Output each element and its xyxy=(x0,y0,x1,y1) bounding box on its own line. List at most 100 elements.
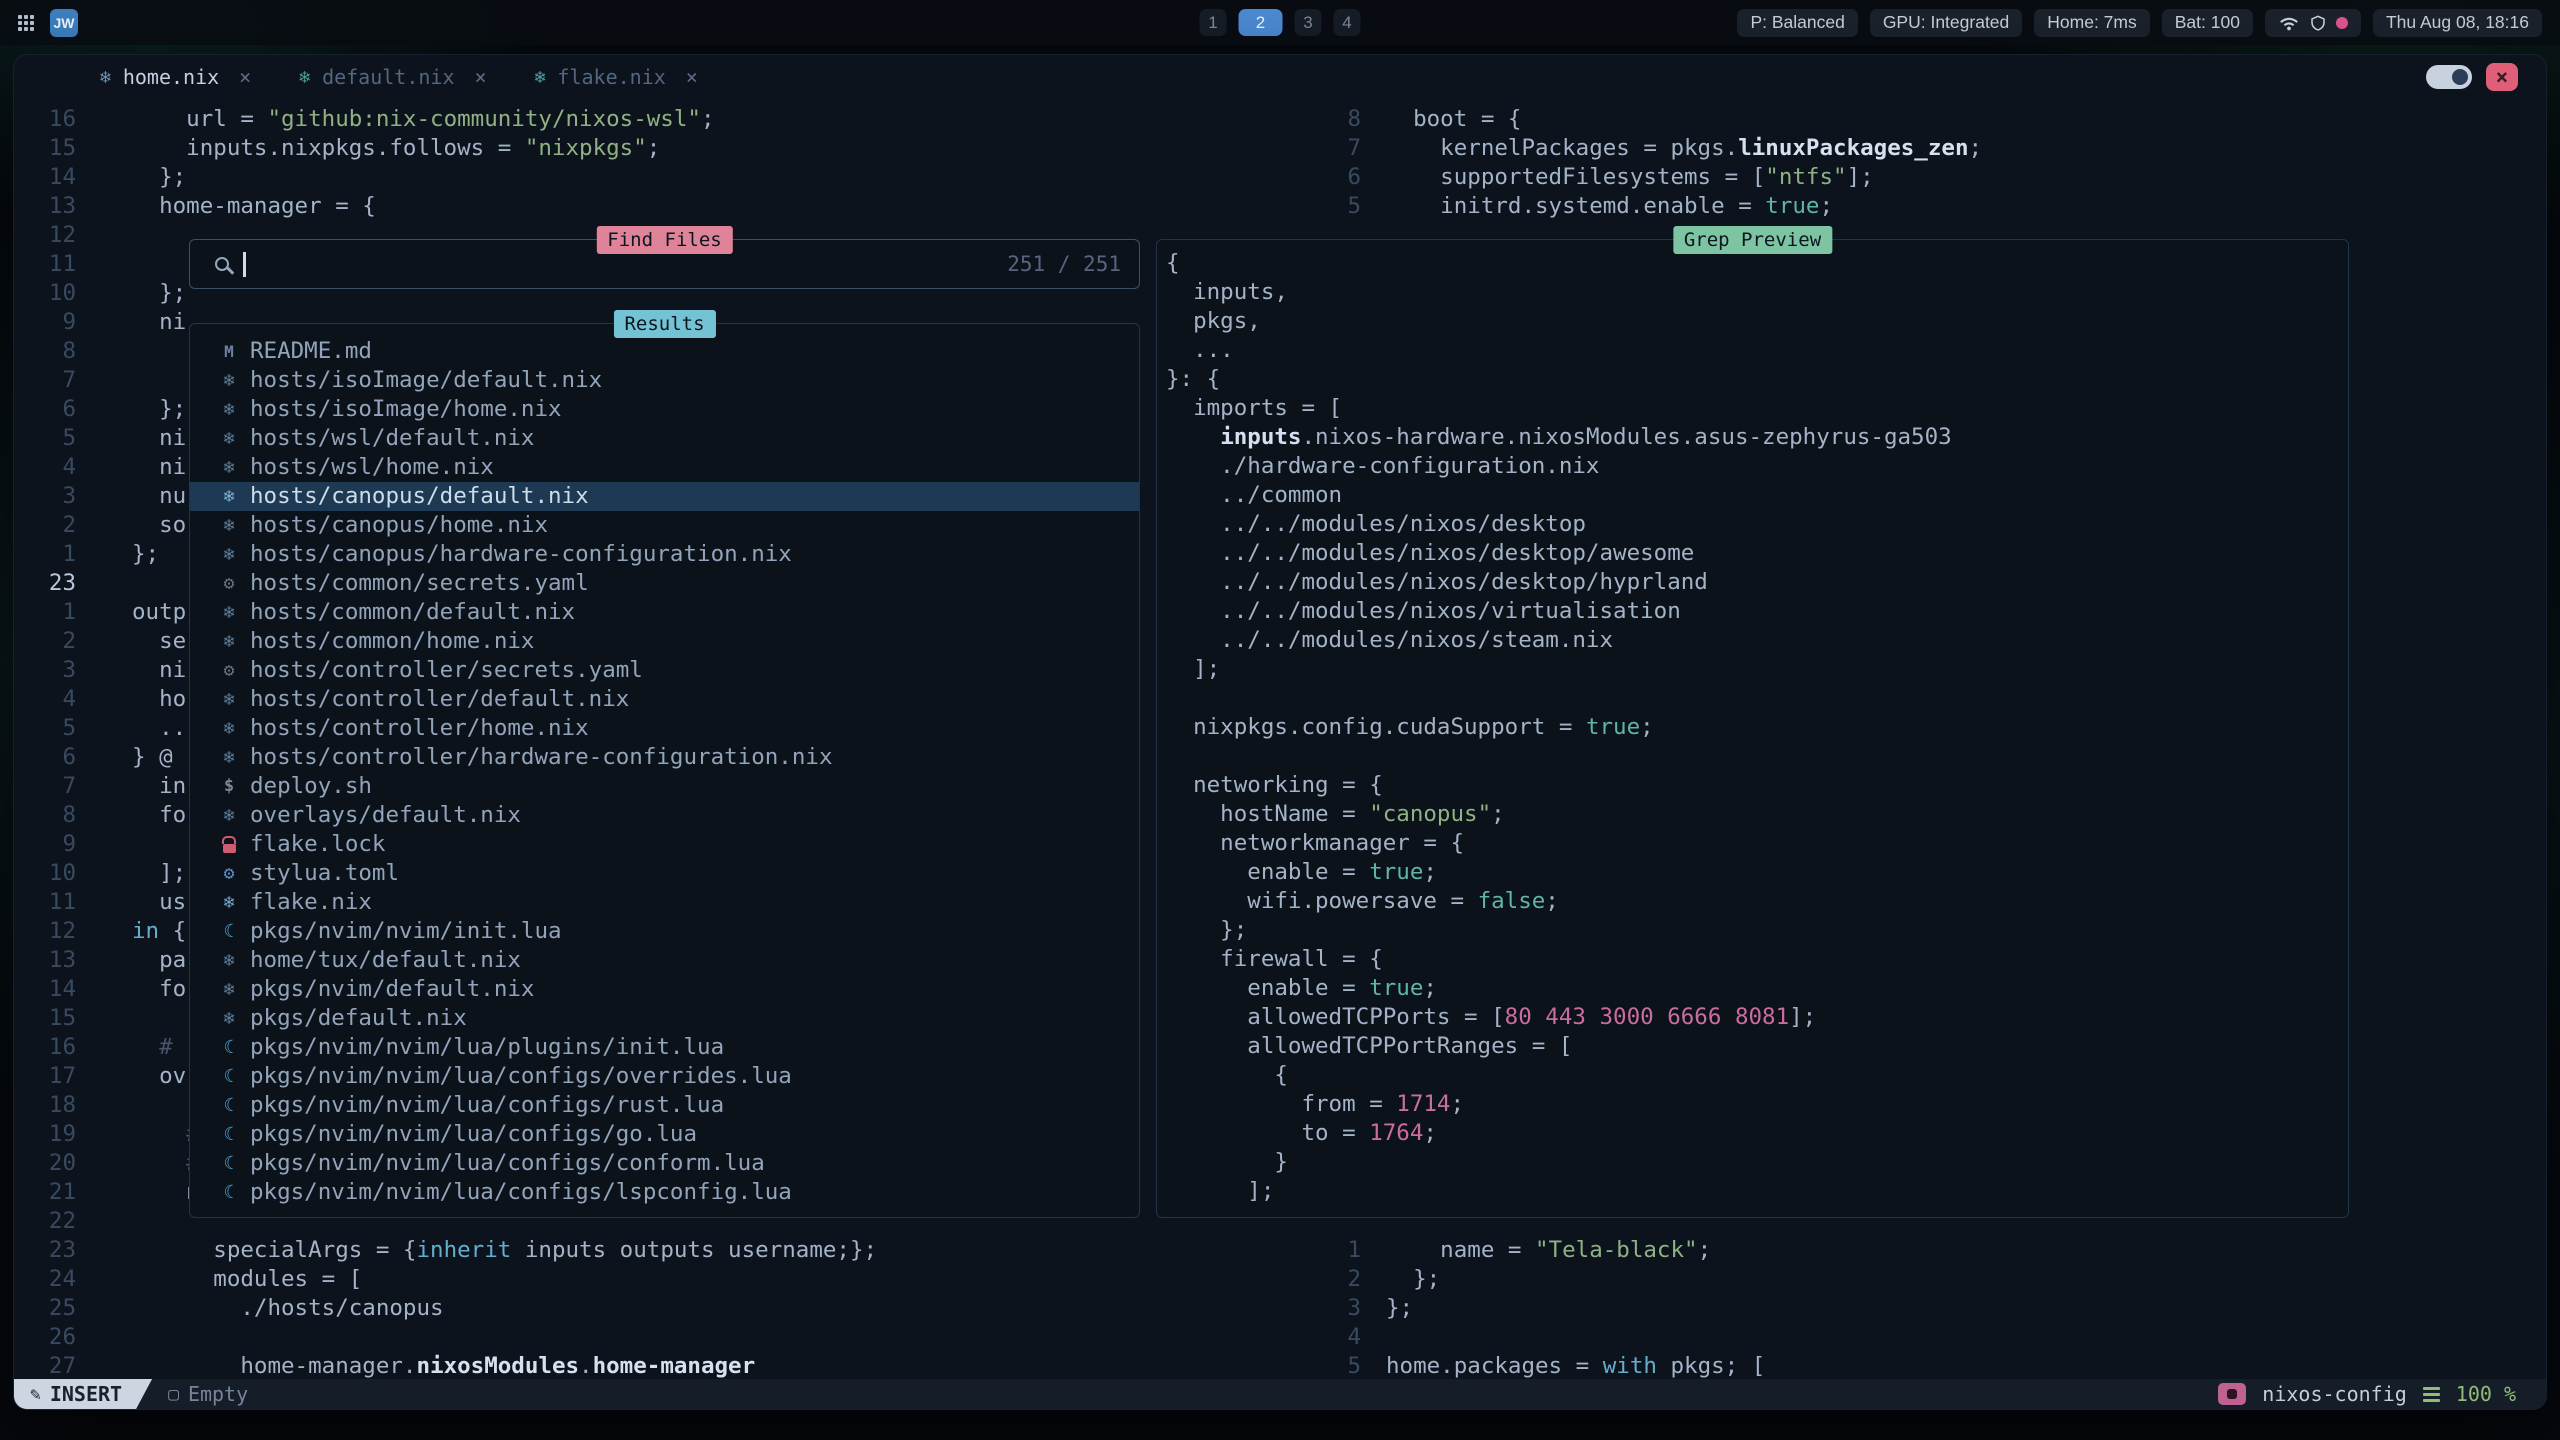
file-icon: ❄ xyxy=(218,714,240,743)
result-item[interactable]: ❄ hosts/isoImage/home.nix xyxy=(190,395,1139,424)
line-number: 7 xyxy=(14,772,76,801)
tab-close-icon[interactable]: × xyxy=(239,65,251,89)
toggle-pill[interactable] xyxy=(2426,65,2472,89)
result-item[interactable]: ❄ hosts/common/home.nix xyxy=(190,627,1139,656)
workspace-switcher: 1 2 3 4 xyxy=(1200,9,1361,36)
result-item[interactable]: ☾ pkgs/nvim/nvim/init.lua xyxy=(190,917,1139,946)
result-item[interactable]: ❄ pkgs/default.nix xyxy=(190,1004,1139,1033)
preview-line: ]; xyxy=(1166,655,2348,684)
result-item[interactable]: ⚙ stylua.toml xyxy=(190,859,1139,888)
top-bar: JW 1 2 3 4 P: Balanced GPU: I xyxy=(0,0,2560,45)
tab-close-icon[interactable]: × xyxy=(686,65,698,89)
code-row: 23 specialArgs = {inherit inputs outputs… xyxy=(14,1236,877,1265)
terminal-window: ❄ home.nix × ❄ default.nix × ❄ flake.nix… xyxy=(13,54,2547,1410)
result-item[interactable]: ❄ hosts/canopus/default.nix xyxy=(190,482,1139,511)
result-item[interactable]: ❄ hosts/wsl/default.nix xyxy=(190,424,1139,453)
result-item[interactable]: ☾ pkgs/nvim/nvim/lua/configs/go.lua xyxy=(190,1120,1139,1149)
result-item[interactable]: ❄ hosts/controller/hardware-configuratio… xyxy=(190,743,1139,772)
code-text: so xyxy=(132,511,186,540)
shield-icon xyxy=(2310,14,2326,32)
result-item[interactable]: flake.lock xyxy=(190,830,1139,859)
apps-menu-icon[interactable] xyxy=(18,15,34,31)
file-path: pkgs/nvim/default.nix xyxy=(250,975,534,1004)
wifi-icon xyxy=(2278,14,2300,31)
editor-pane-right-bottom: 1 name = "Tela-black"; 2 }; 3 }; xyxy=(1301,1236,1765,1381)
file-path: README.md xyxy=(250,337,372,366)
code-text: } @ xyxy=(132,743,173,772)
file-path: hosts/isoImage/default.nix xyxy=(250,366,602,395)
code-text: ./hosts/canopus xyxy=(132,1294,444,1323)
preview-line: ]; xyxy=(1166,1177,2348,1206)
result-item[interactable]: ☾ pkgs/nvim/nvim/lua/configs/lspconfig.l… xyxy=(190,1178,1139,1207)
project-name: nixos-config xyxy=(2262,1382,2407,1406)
file-path: hosts/controller/hardware-configuration.… xyxy=(250,743,832,772)
workspace-button[interactable]: 3 xyxy=(1295,9,1322,36)
launcher-logo[interactable]: JW xyxy=(50,9,78,37)
scroll-position-icon xyxy=(2423,1384,2440,1405)
code-text: ni xyxy=(132,453,186,482)
result-item[interactable]: ❄ hosts/common/default.nix xyxy=(190,598,1139,627)
buffer-tab[interactable]: ❄ home.nix × xyxy=(76,55,275,99)
result-item[interactable]: ❄ hosts/controller/home.nix xyxy=(190,714,1139,743)
preview-line: inputs.nixos-hardware.nixosModules.asus-… xyxy=(1166,423,2348,452)
result-item[interactable]: ☾ pkgs/nvim/nvim/lua/configs/overrides.l… xyxy=(190,1062,1139,1091)
result-item[interactable]: ❄ hosts/isoImage/default.nix xyxy=(190,366,1139,395)
file-path: pkgs/nvim/nvim/lua/configs/conform.lua xyxy=(250,1149,765,1178)
code-text: # xyxy=(132,1033,173,1062)
result-item[interactable]: ☾ pkgs/nvim/nvim/lua/plugins/init.lua xyxy=(190,1033,1139,1062)
tab-close-icon[interactable]: × xyxy=(475,65,487,89)
result-item[interactable]: ❄ overlays/default.nix xyxy=(190,801,1139,830)
result-item[interactable]: ⚙ hosts/common/secrets.yaml xyxy=(190,569,1139,598)
code-row: 26 xyxy=(14,1323,877,1352)
file-icon: ❄ xyxy=(218,366,240,395)
find-files-title: Find Files xyxy=(596,226,732,254)
line-number: 21 xyxy=(14,1178,76,1207)
preview-line: } xyxy=(1166,1148,2348,1177)
preview-line: ../../modules/nixos/desktop/awesome xyxy=(1166,539,2348,568)
code-row: 6 supportedFilesystems = ["ntfs"]; xyxy=(1301,163,1982,192)
window-close-button[interactable]: × xyxy=(2486,63,2518,91)
buffer-tab[interactable]: ❄ default.nix × xyxy=(275,55,510,99)
file-icon: ❄ xyxy=(218,598,240,627)
code-text: }; xyxy=(132,395,186,424)
line-number: 1 xyxy=(1301,1236,1361,1265)
result-item[interactable]: M README.md xyxy=(190,337,1139,366)
line-number: 16 xyxy=(14,1033,76,1062)
preview-line: allowedTCPPorts = [80 443 3000 6666 8081… xyxy=(1166,1003,2348,1032)
file-icon: ❄ xyxy=(218,627,240,656)
preview-line: from = 1714; xyxy=(1166,1090,2348,1119)
line-number: 9 xyxy=(14,308,76,337)
file-path: pkgs/nvim/nvim/lua/plugins/init.lua xyxy=(250,1033,724,1062)
file-icon: ❄ xyxy=(218,395,240,424)
result-item[interactable]: $ deploy.sh xyxy=(190,772,1139,801)
result-item[interactable]: ☾ pkgs/nvim/nvim/lua/configs/rust.lua xyxy=(190,1091,1139,1120)
result-item[interactable]: ❄ hosts/canopus/home.nix xyxy=(190,511,1139,540)
line-number: 8 xyxy=(1301,105,1361,134)
line-number: 12 xyxy=(14,221,76,250)
code-row: 24 modules = [ xyxy=(14,1265,877,1294)
result-item[interactable]: ⚙ hosts/controller/secrets.yaml xyxy=(190,656,1139,685)
result-item[interactable]: ❄ flake.nix xyxy=(190,888,1139,917)
file-path: hosts/wsl/home.nix xyxy=(250,453,494,482)
code-text: specialArgs = {inherit inputs outputs us… xyxy=(132,1236,877,1265)
result-item[interactable]: ☾ pkgs/nvim/nvim/lua/configs/conform.lua xyxy=(190,1149,1139,1178)
result-item[interactable]: ❄ home/tux/default.nix xyxy=(190,946,1139,975)
workspace-button[interactable]: 2 xyxy=(1239,9,1283,36)
search-icon xyxy=(215,257,229,271)
workspace-button[interactable]: 1 xyxy=(1200,9,1227,36)
preview-line: ../../modules/nixos/desktop/hyprland xyxy=(1166,568,2348,597)
result-item[interactable]: ❄ hosts/wsl/home.nix xyxy=(190,453,1139,482)
buffer-tab[interactable]: ❄ flake.nix × xyxy=(511,55,722,99)
result-item[interactable]: ❄ hosts/controller/default.nix xyxy=(190,685,1139,714)
code-text: us xyxy=(132,888,186,917)
code-text: outp xyxy=(132,598,186,627)
workspace-button[interactable]: 4 xyxy=(1334,9,1361,36)
result-item[interactable]: ❄ pkgs/nvim/default.nix xyxy=(190,975,1139,1004)
result-item[interactable]: ❄ hosts/canopus/hardware-configuration.n… xyxy=(190,540,1139,569)
file-icon: ❄ xyxy=(218,511,240,540)
preview-code: { inputs, pkgs, ... }: { imports = [ inp… xyxy=(1157,240,2348,1206)
code-text: modules = [ xyxy=(132,1265,362,1294)
preview-line: to = 1764; xyxy=(1166,1119,2348,1148)
line-number: 9 xyxy=(14,830,76,859)
buffer-icon: ▢ xyxy=(168,1384,179,1405)
